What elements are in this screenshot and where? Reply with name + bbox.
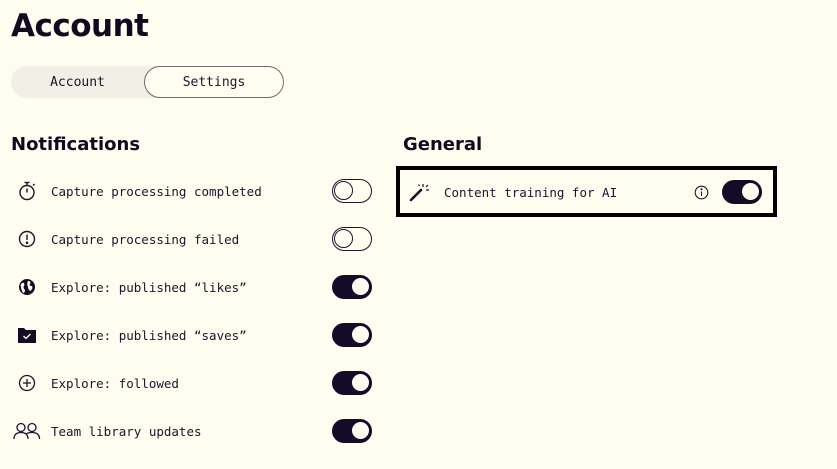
toggle-knob <box>334 229 353 248</box>
notification-row-published-saves: Explore: published “saves” <box>11 320 372 350</box>
notification-row-capture-completed: Capture processing completed <box>11 176 372 206</box>
toggle-knob <box>741 182 760 201</box>
notification-label: Explore: published “likes” <box>51 279 247 295</box>
general-setting-label: Content training for AI <box>444 184 618 200</box>
content-training-toggle[interactable] <box>722 180 762 204</box>
info-icon[interactable] <box>694 185 709 200</box>
notifications-heading: Notifications <box>11 134 141 155</box>
notification-label: Capture processing completed <box>51 183 262 199</box>
globe-icon <box>11 272 43 302</box>
users-icon <box>11 416 43 446</box>
account-tabs: Account Settings <box>11 66 284 98</box>
page-title: Account <box>11 8 149 44</box>
tab-settings[interactable]: Settings <box>144 66 284 98</box>
notification-label: Explore: published “saves” <box>51 327 247 343</box>
toggle-knob <box>351 277 370 296</box>
toggle-knob <box>334 181 353 200</box>
notification-row-published-likes: Explore: published “likes” <box>11 272 372 302</box>
notification-row-followed: Explore: followed <box>11 368 372 398</box>
notification-row-team-library: Team library updates <box>11 416 372 446</box>
stopwatch-icon <box>11 176 43 206</box>
capture-completed-toggle[interactable] <box>332 179 372 203</box>
tab-account[interactable]: Account <box>11 66 144 98</box>
toggle-knob <box>351 325 370 344</box>
toggle-knob <box>351 421 370 440</box>
published-likes-toggle[interactable] <box>332 275 372 299</box>
followed-toggle[interactable] <box>332 371 372 395</box>
notification-row-capture-failed: Capture processing failed <box>11 224 372 254</box>
folder-check-icon <box>11 320 43 350</box>
magic-wand-icon <box>404 177 436 207</box>
general-setting-highlight: Content training for AI <box>396 166 777 217</box>
team-library-toggle[interactable] <box>332 419 372 443</box>
capture-failed-toggle[interactable] <box>332 227 372 251</box>
plus-circle-icon <box>11 368 43 398</box>
toggle-knob <box>351 373 370 392</box>
notification-label: Team library updates <box>51 423 202 439</box>
general-heading: General <box>403 134 483 155</box>
general-row-content-training: Content training for AI <box>404 177 765 207</box>
notification-label: Explore: followed <box>51 375 179 391</box>
published-saves-toggle[interactable] <box>332 323 372 347</box>
alert-circle-icon <box>11 224 43 254</box>
notification-label: Capture processing failed <box>51 231 240 247</box>
